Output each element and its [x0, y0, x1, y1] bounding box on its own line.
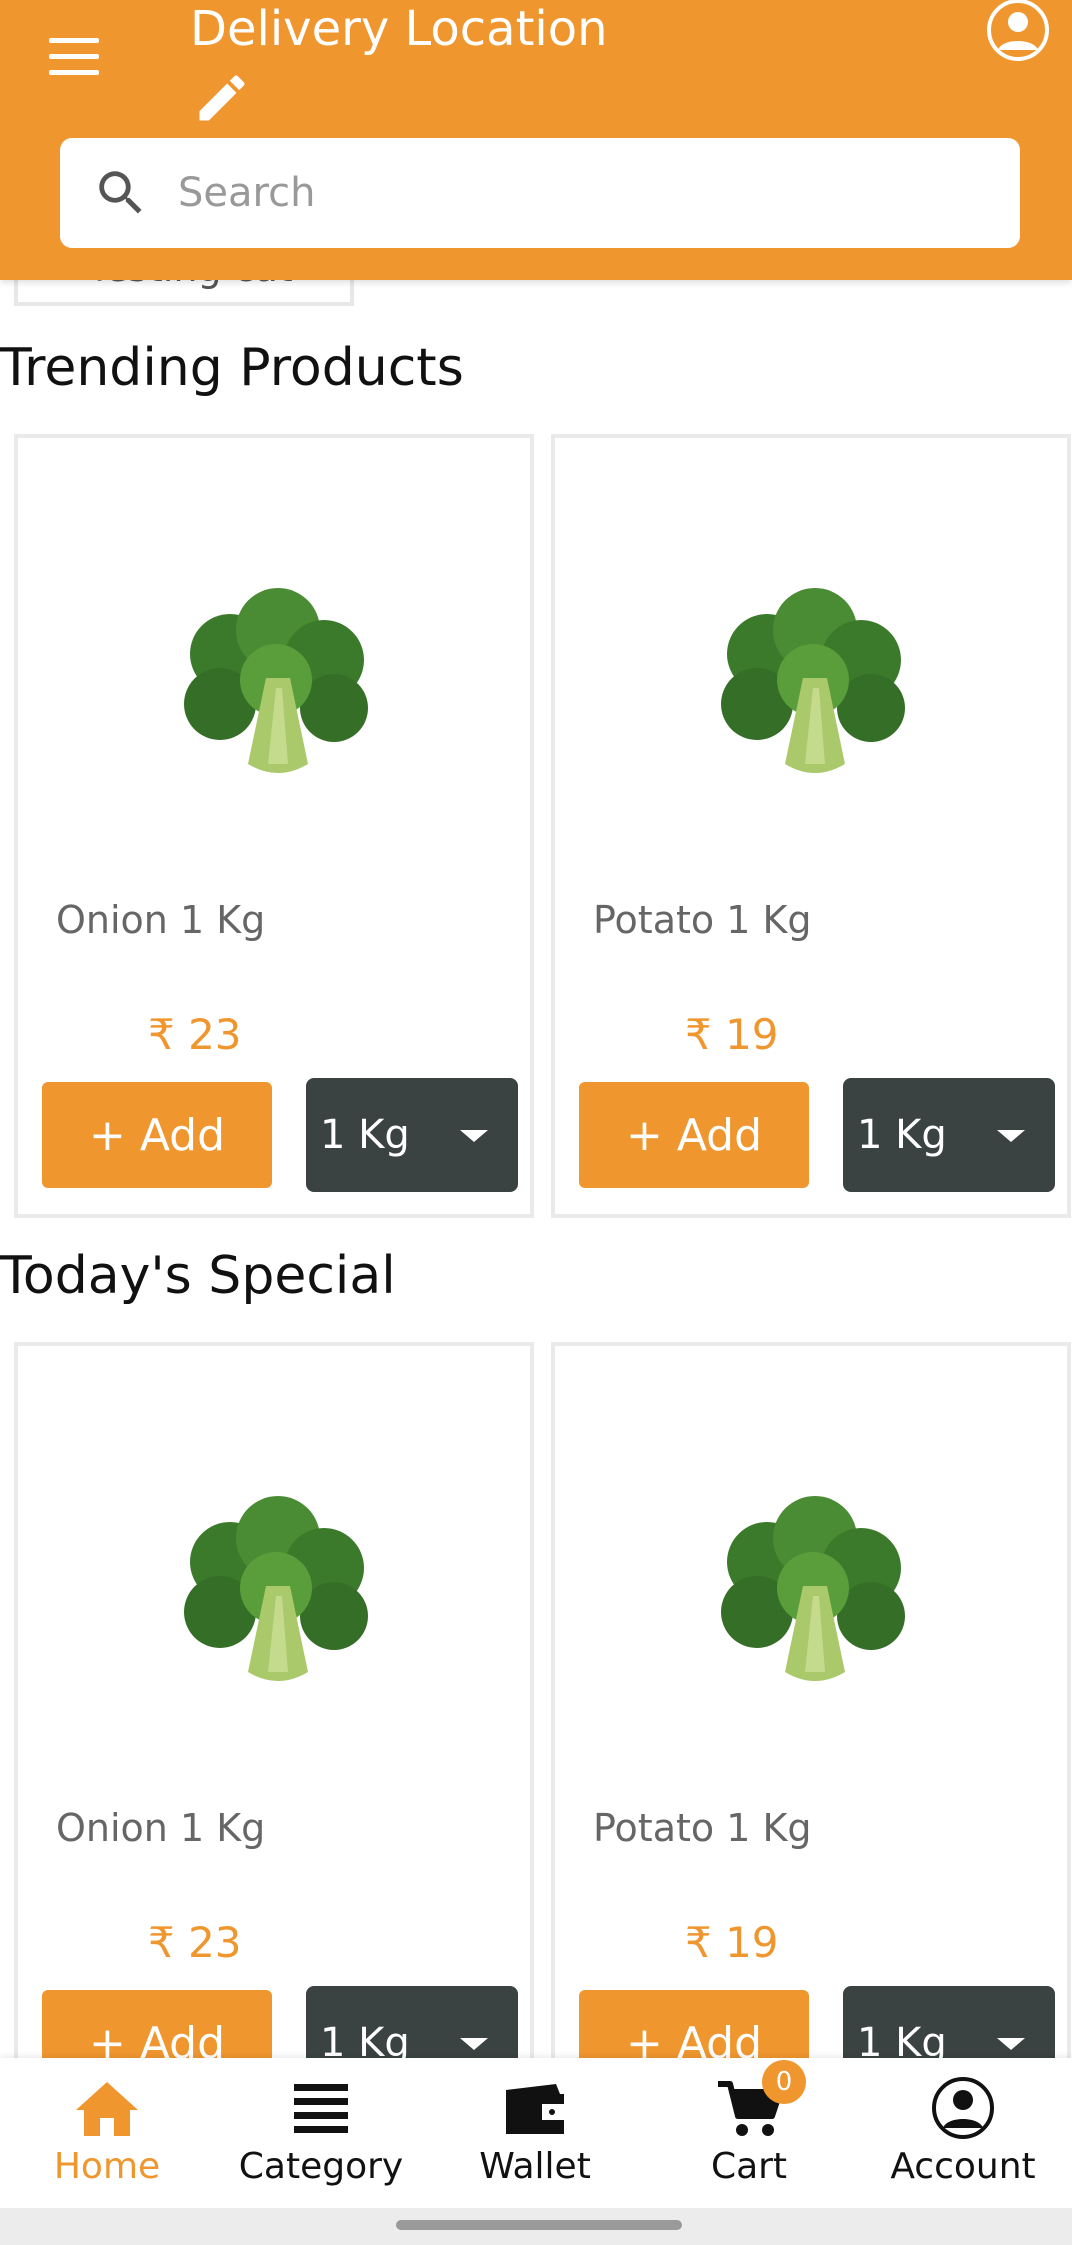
broccoli-image — [168, 568, 388, 808]
product-card[interactable]: Potato 1 Kg ₹ 19 + Add 1 Kg — [551, 1342, 1071, 2126]
product-card[interactable]: Onion 1 Kg ₹ 23 + Add 1 Kg — [14, 434, 534, 1218]
edit-icon[interactable] — [192, 68, 252, 128]
product-price: ₹ 23 — [148, 1010, 242, 1059]
chevron-down-icon — [997, 2038, 1025, 2050]
broccoli-image — [705, 1476, 925, 1716]
add-button[interactable]: + Add — [579, 1082, 809, 1188]
product-price: ₹ 23 — [148, 1918, 242, 1967]
chevron-down-icon — [460, 2038, 488, 2050]
nav-label: Account — [890, 2146, 1036, 2187]
section-title-todays-special: Today's Special — [0, 1246, 396, 1306]
home-icon — [72, 2076, 142, 2140]
product-name[interactable]: Onion 1 Kg — [56, 1806, 265, 1850]
product-name[interactable]: Onion 1 Kg — [56, 898, 265, 942]
add-button[interactable]: + Add — [42, 1082, 272, 1188]
chevron-down-icon — [997, 1130, 1025, 1142]
product-name[interactable]: Potato 1 Kg — [593, 1806, 812, 1850]
nav-label: Category — [238, 2146, 404, 2187]
nav-item-cart[interactable]: 0 Cart — [642, 2058, 856, 2208]
cart-count-badge: 0 — [762, 2060, 806, 2104]
wallet-icon — [500, 2076, 570, 2140]
broccoli-image — [168, 1476, 388, 1716]
menu-icon[interactable] — [44, 38, 104, 84]
product-card[interactable]: Onion 1 Kg ₹ 23 + Add 1 Kg — [14, 1342, 534, 2126]
product-price: ₹ 19 — [685, 1918, 779, 1967]
nav-item-home[interactable]: Home — [0, 2058, 214, 2208]
unit-value: 1 Kg — [857, 1112, 947, 1158]
category-icon — [286, 2076, 356, 2140]
unit-dropdown[interactable]: 1 Kg — [843, 1078, 1055, 1192]
broccoli-image — [705, 568, 925, 808]
nav-item-category[interactable]: Category — [214, 2058, 428, 2208]
unit-dropdown[interactable]: 1 Kg — [306, 1078, 518, 1192]
nav-label: Wallet — [479, 2146, 591, 2187]
unit-value: 1 Kg — [320, 1112, 410, 1158]
account-icon — [928, 2076, 998, 2140]
search-bar[interactable] — [60, 138, 1020, 248]
search-icon — [92, 164, 150, 222]
delivery-location-title[interactable]: Delivery Location — [190, 0, 608, 58]
product-name[interactable]: Potato 1 Kg — [593, 898, 812, 942]
nav-label: Cart — [710, 2146, 788, 2187]
nav-label: Home — [53, 2146, 161, 2187]
profile-icon[interactable] — [986, 0, 1050, 62]
section-title-trending: Trending Products — [0, 338, 464, 398]
app-header: Delivery Location — [0, 0, 1072, 280]
nav-item-wallet[interactable]: Wallet — [428, 2058, 642, 2208]
nav-item-account[interactable]: Account — [856, 2058, 1070, 2208]
product-card[interactable]: Potato 1 Kg ₹ 19 + Add 1 Kg — [551, 434, 1071, 1218]
system-navigation-bar — [0, 2208, 1072, 2245]
search-input[interactable] — [178, 158, 978, 228]
bottom-navigation: Home Category Wallet 0 Cart Account — [0, 2058, 1072, 2208]
product-price: ₹ 19 — [685, 1010, 779, 1059]
home-indicator[interactable] — [396, 2220, 682, 2230]
chevron-down-icon — [460, 1130, 488, 1142]
